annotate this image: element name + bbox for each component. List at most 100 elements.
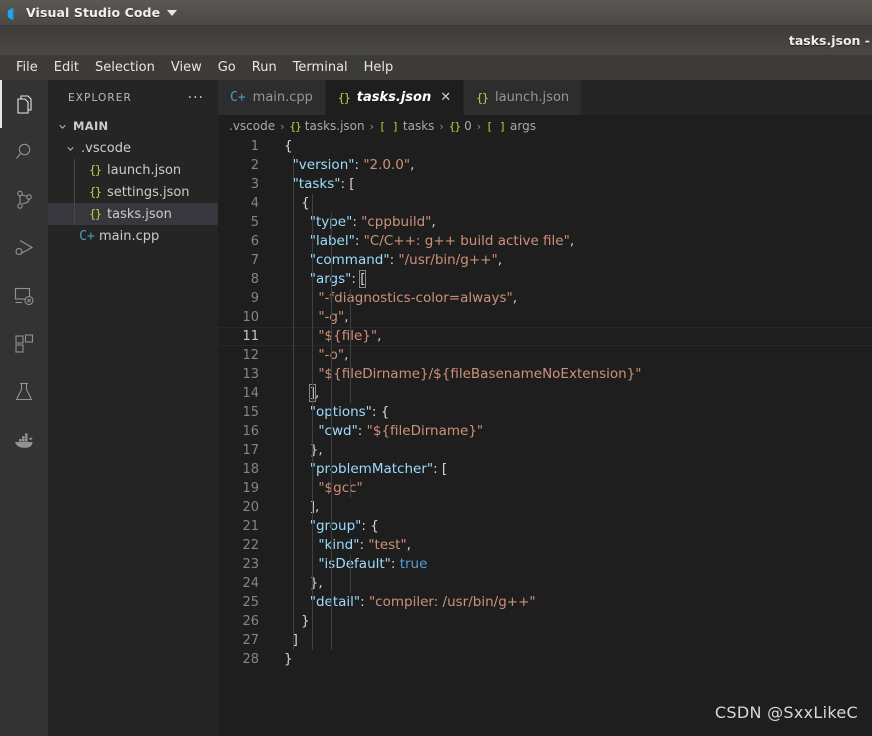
tab-launch-json[interactable]: {} launch.json (464, 80, 583, 115)
line-number: 19 (242, 481, 259, 496)
tab-main-cpp[interactable]: C+ main.cpp (218, 80, 326, 115)
code-line[interactable]: 27 ] (218, 631, 872, 650)
code-line[interactable]: 15 "options": { (218, 403, 872, 422)
code-line[interactable]: 5 "type": "cppbuild", (218, 213, 872, 232)
tree-indent-guide (74, 159, 75, 225)
explorer-sidebar: EXPLORER ··· MAIN .vscode {} launch.json {} s… (48, 80, 218, 736)
line-number: 5 (250, 215, 259, 230)
testing-flask-icon[interactable] (0, 368, 48, 416)
menu-item-terminal[interactable]: Terminal (285, 58, 356, 77)
code-line[interactable]: 18 "problemMatcher": [ (218, 460, 872, 479)
code-line[interactable]: 23 "isDefault": true (218, 555, 872, 574)
extensions-icon[interactable] (0, 320, 48, 368)
code-line[interactable]: 20 ], (218, 498, 872, 517)
code-line[interactable]: 19 "$gcc" (218, 479, 872, 498)
code-line-text: "detail": "compiler: /usr/bin/g++" (259, 593, 536, 612)
code-line[interactable]: 6 "label": "C/C++: g++ build active file… (218, 232, 872, 251)
code-line[interactable]: 11 "${file}", (218, 327, 872, 346)
code-line[interactable]: 7 "command": "/usr/bin/g++", (218, 251, 872, 270)
code-line-text: } (259, 612, 310, 631)
source-control-icon[interactable] (0, 176, 48, 224)
code-token: : (354, 233, 364, 249)
breadcrumb-item-0[interactable]: {} 0 (449, 119, 472, 133)
code-token: "2.0.0" (363, 157, 411, 173)
code-line-text: { (259, 137, 293, 156)
line-number: 12 (242, 348, 259, 363)
tree-item-label: MAIN (73, 119, 109, 133)
menu-item-help[interactable]: Help (356, 58, 402, 77)
code-line[interactable]: 25 "detail": "compiler: /usr/bin/g++" (218, 593, 872, 612)
code-line[interactable]: 16 "cwd": "${fileDirname}" (218, 422, 872, 441)
run-and-debug-icon[interactable] (0, 224, 48, 272)
code-line[interactable]: 12 "-o", (218, 346, 872, 365)
code-line[interactable]: 14 ], (218, 384, 872, 403)
line-number: 11 (242, 329, 259, 344)
line-number: 17 (242, 443, 259, 458)
code-line[interactable]: 8 "args": [ (218, 270, 872, 289)
code-line[interactable]: 13 "${fileDirname}/${fileBasenameNoExten… (218, 365, 872, 384)
tree-item-main-cpp[interactable]: C+ main.cpp (48, 225, 218, 247)
code-line[interactable]: 24 }, (218, 574, 872, 593)
code-line-text: "problemMatcher": [ (259, 460, 447, 479)
code-line[interactable]: 2 "version": "2.0.0", (218, 156, 872, 175)
code-line-text: }, (259, 574, 323, 593)
menu-item-go[interactable]: Go (210, 58, 244, 77)
explorer-icon[interactable] (0, 80, 48, 128)
code-line[interactable]: 22 "kind": "test", (218, 536, 872, 555)
breadcrumb-item-args[interactable]: [ ] args (486, 119, 536, 133)
code-line[interactable]: 4 { (218, 194, 872, 213)
tab-label: launch.json (494, 90, 570, 105)
code-line-text: ], (259, 384, 319, 403)
code-token: : (352, 214, 362, 230)
menu-bar: File Edit Selection View Go Run Terminal… (0, 55, 872, 80)
chevron-down-icon[interactable] (62, 143, 78, 154)
menu-item-selection[interactable]: Selection (87, 58, 163, 77)
breadcrumb-item-tasks-json[interactable]: {} tasks.json (290, 119, 365, 133)
breadcrumb-item--vscode[interactable]: .vscode (229, 119, 275, 133)
close-icon[interactable]: ✕ (440, 90, 451, 105)
chevron-down-icon[interactable] (54, 121, 70, 132)
search-icon[interactable] (0, 128, 48, 176)
tree-item-label: .vscode (81, 140, 131, 156)
code-line-text: "isDefault": true (259, 555, 427, 574)
code-line[interactable]: 26 } (218, 612, 872, 631)
tree-item-main[interactable]: MAIN (48, 115, 218, 137)
code-line[interactable]: 1{ (218, 137, 872, 156)
tree-item--vscode[interactable]: .vscode (48, 137, 218, 159)
menu-item-view[interactable]: View (163, 58, 210, 77)
code-token: "$gcc" (318, 480, 363, 496)
code-token: } (284, 651, 293, 667)
code-token: "command" (309, 252, 390, 268)
code-editor-content[interactable]: 1{2 "version": "2.0.0", 3 "tasks": [4 {5 … (218, 137, 872, 736)
tab-tasks-json[interactable]: {} tasks.json ✕ (325, 80, 465, 115)
code-token: "version" (292, 157, 355, 173)
code-line[interactable]: 10 "-g", (218, 308, 872, 327)
os-title-bar: Visual Studio Code (0, 0, 872, 25)
menu-item-file[interactable]: File (8, 58, 46, 77)
code-line[interactable]: 3 "tasks": [ (218, 175, 872, 194)
indent-guide (350, 479, 351, 498)
breadcrumb-item-tasks[interactable]: [ ] tasks (379, 119, 434, 133)
menu-item-run[interactable]: Run (244, 58, 285, 77)
remote-explorer-icon[interactable] (0, 272, 48, 320)
code-line[interactable]: 28} (218, 650, 872, 669)
code-token: "detail" (309, 594, 361, 610)
line-number: 15 (242, 405, 259, 420)
chevron-down-icon[interactable] (167, 9, 178, 16)
docker-icon[interactable] (0, 416, 48, 464)
code-token: "${fileDirname}/${fileBasenameNoExtensio… (318, 366, 642, 382)
code-line[interactable]: 21 "group": { (218, 517, 872, 536)
cpp-file-icon: C+ (230, 90, 246, 105)
code-token: , (344, 347, 349, 363)
line-number: 28 (242, 652, 259, 667)
more-actions-icon[interactable]: ··· (188, 91, 204, 105)
code-token: { (301, 195, 310, 211)
tab-label: main.cpp (252, 90, 313, 105)
code-line[interactable]: 9 "-fdiagnostics-color=always", (218, 289, 872, 308)
code-token: : (390, 556, 400, 572)
code-line[interactable]: 17 }, (218, 441, 872, 460)
menu-item-edit[interactable]: Edit (46, 58, 87, 77)
